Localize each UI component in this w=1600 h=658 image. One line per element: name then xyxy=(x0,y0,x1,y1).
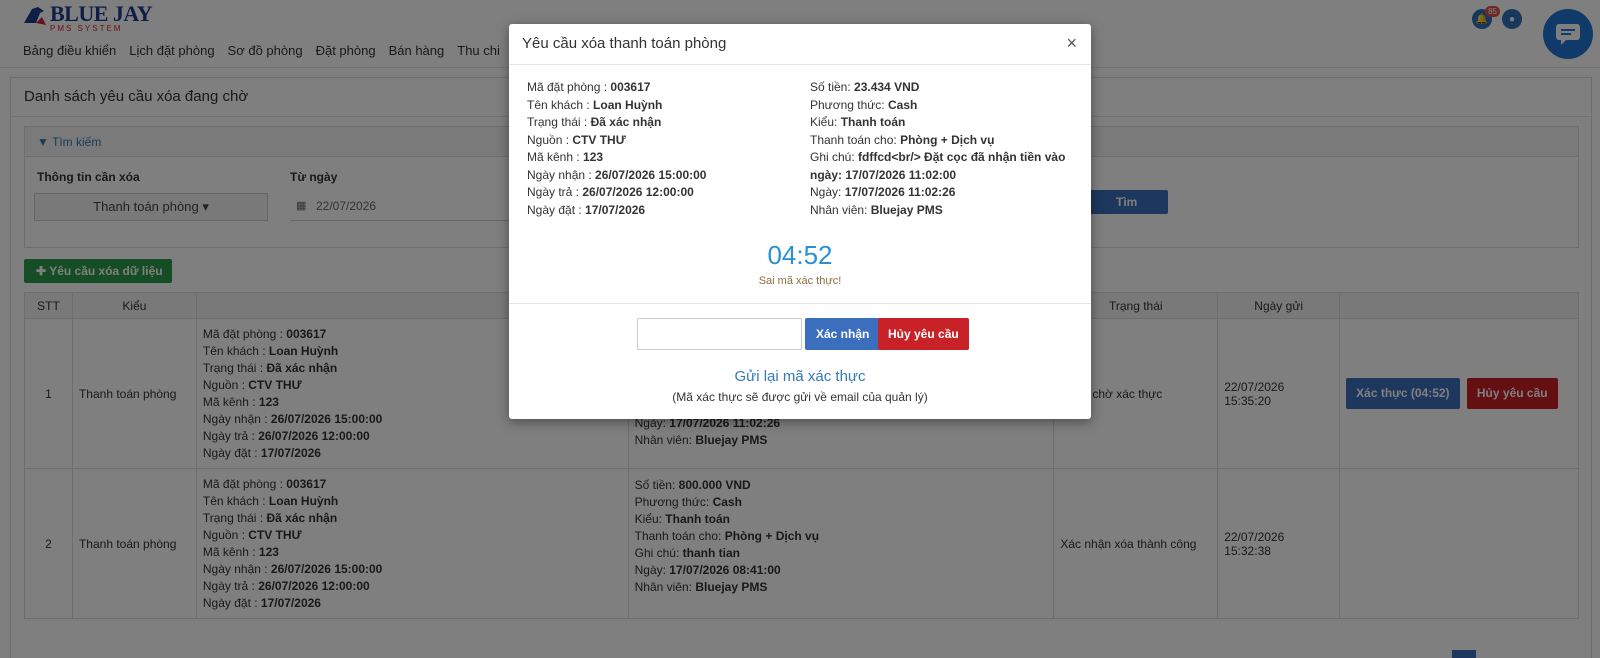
cancel-request-button[interactable]: Hủy yêu cầu xyxy=(878,318,969,350)
info-line: Ngày trả : 26/07/2026 12:00:00 xyxy=(527,185,694,199)
info-line: Ghi chú: fdffcd<br/> Đặt cọc đã nhận tiề… xyxy=(810,150,1066,164)
info-line: Phương thức: Cash xyxy=(810,97,918,112)
info-line: Ngày đặt : 17/07/2026 xyxy=(527,202,646,217)
modal-header: Yêu cầu xóa thanh toán phòng × xyxy=(509,24,1091,65)
info-line: Nguồn : CTV THƯ xyxy=(527,132,626,147)
info-line: Ngày nhận : 26/07/2026 15:00:00 xyxy=(527,167,707,182)
modal-title: Yêu cầu xóa thanh toán phòng xyxy=(522,35,727,52)
close-icon[interactable]: × xyxy=(1066,33,1077,54)
info-line: Mã kênh : 123 xyxy=(527,150,604,164)
info-line: Trạng thái : Đã xác nhận xyxy=(527,115,662,129)
modal-booking-info: Mã đặt phòng : 003617 Tên khách : Loan H… xyxy=(527,79,706,219)
info-line: Số tiền: 23.434 VND xyxy=(810,80,920,94)
verification-code-input[interactable] xyxy=(637,318,802,350)
confirm-button[interactable]: Xác nhận xyxy=(805,318,881,350)
info-line: Nhân viên: Bluejay PMS xyxy=(810,202,943,217)
resend-code-link[interactable]: Gửi lại mã xác thực xyxy=(509,368,1091,385)
modal-payment-info: Số tiền: 23.434 VND Phương thức: Cash Ki… xyxy=(810,79,1065,219)
error-message: Sai mã xác thực! xyxy=(758,275,842,287)
resend-note: (Mã xác thực sẽ được gửi về email của qu… xyxy=(672,390,928,404)
delete-payment-modal: Yêu cầu xóa thanh toán phòng × Mã đặt ph… xyxy=(509,24,1091,419)
info-line: Ngày: 17/07/2026 11:02:26 xyxy=(810,185,956,199)
divider xyxy=(509,303,1091,304)
info-line: Kiểu: Thanh toán xyxy=(810,115,906,129)
info-line: Mã đặt phòng : 003617 xyxy=(527,80,651,94)
info-line: Thanh toán cho: Phòng + Dịch vụ xyxy=(810,132,995,147)
info-line: ngày: 17/07/2026 11:02:00 xyxy=(810,167,957,182)
info-line: Tên khách : Loan Huỳnh xyxy=(527,97,663,112)
countdown-timer: 04:52 xyxy=(767,240,833,270)
